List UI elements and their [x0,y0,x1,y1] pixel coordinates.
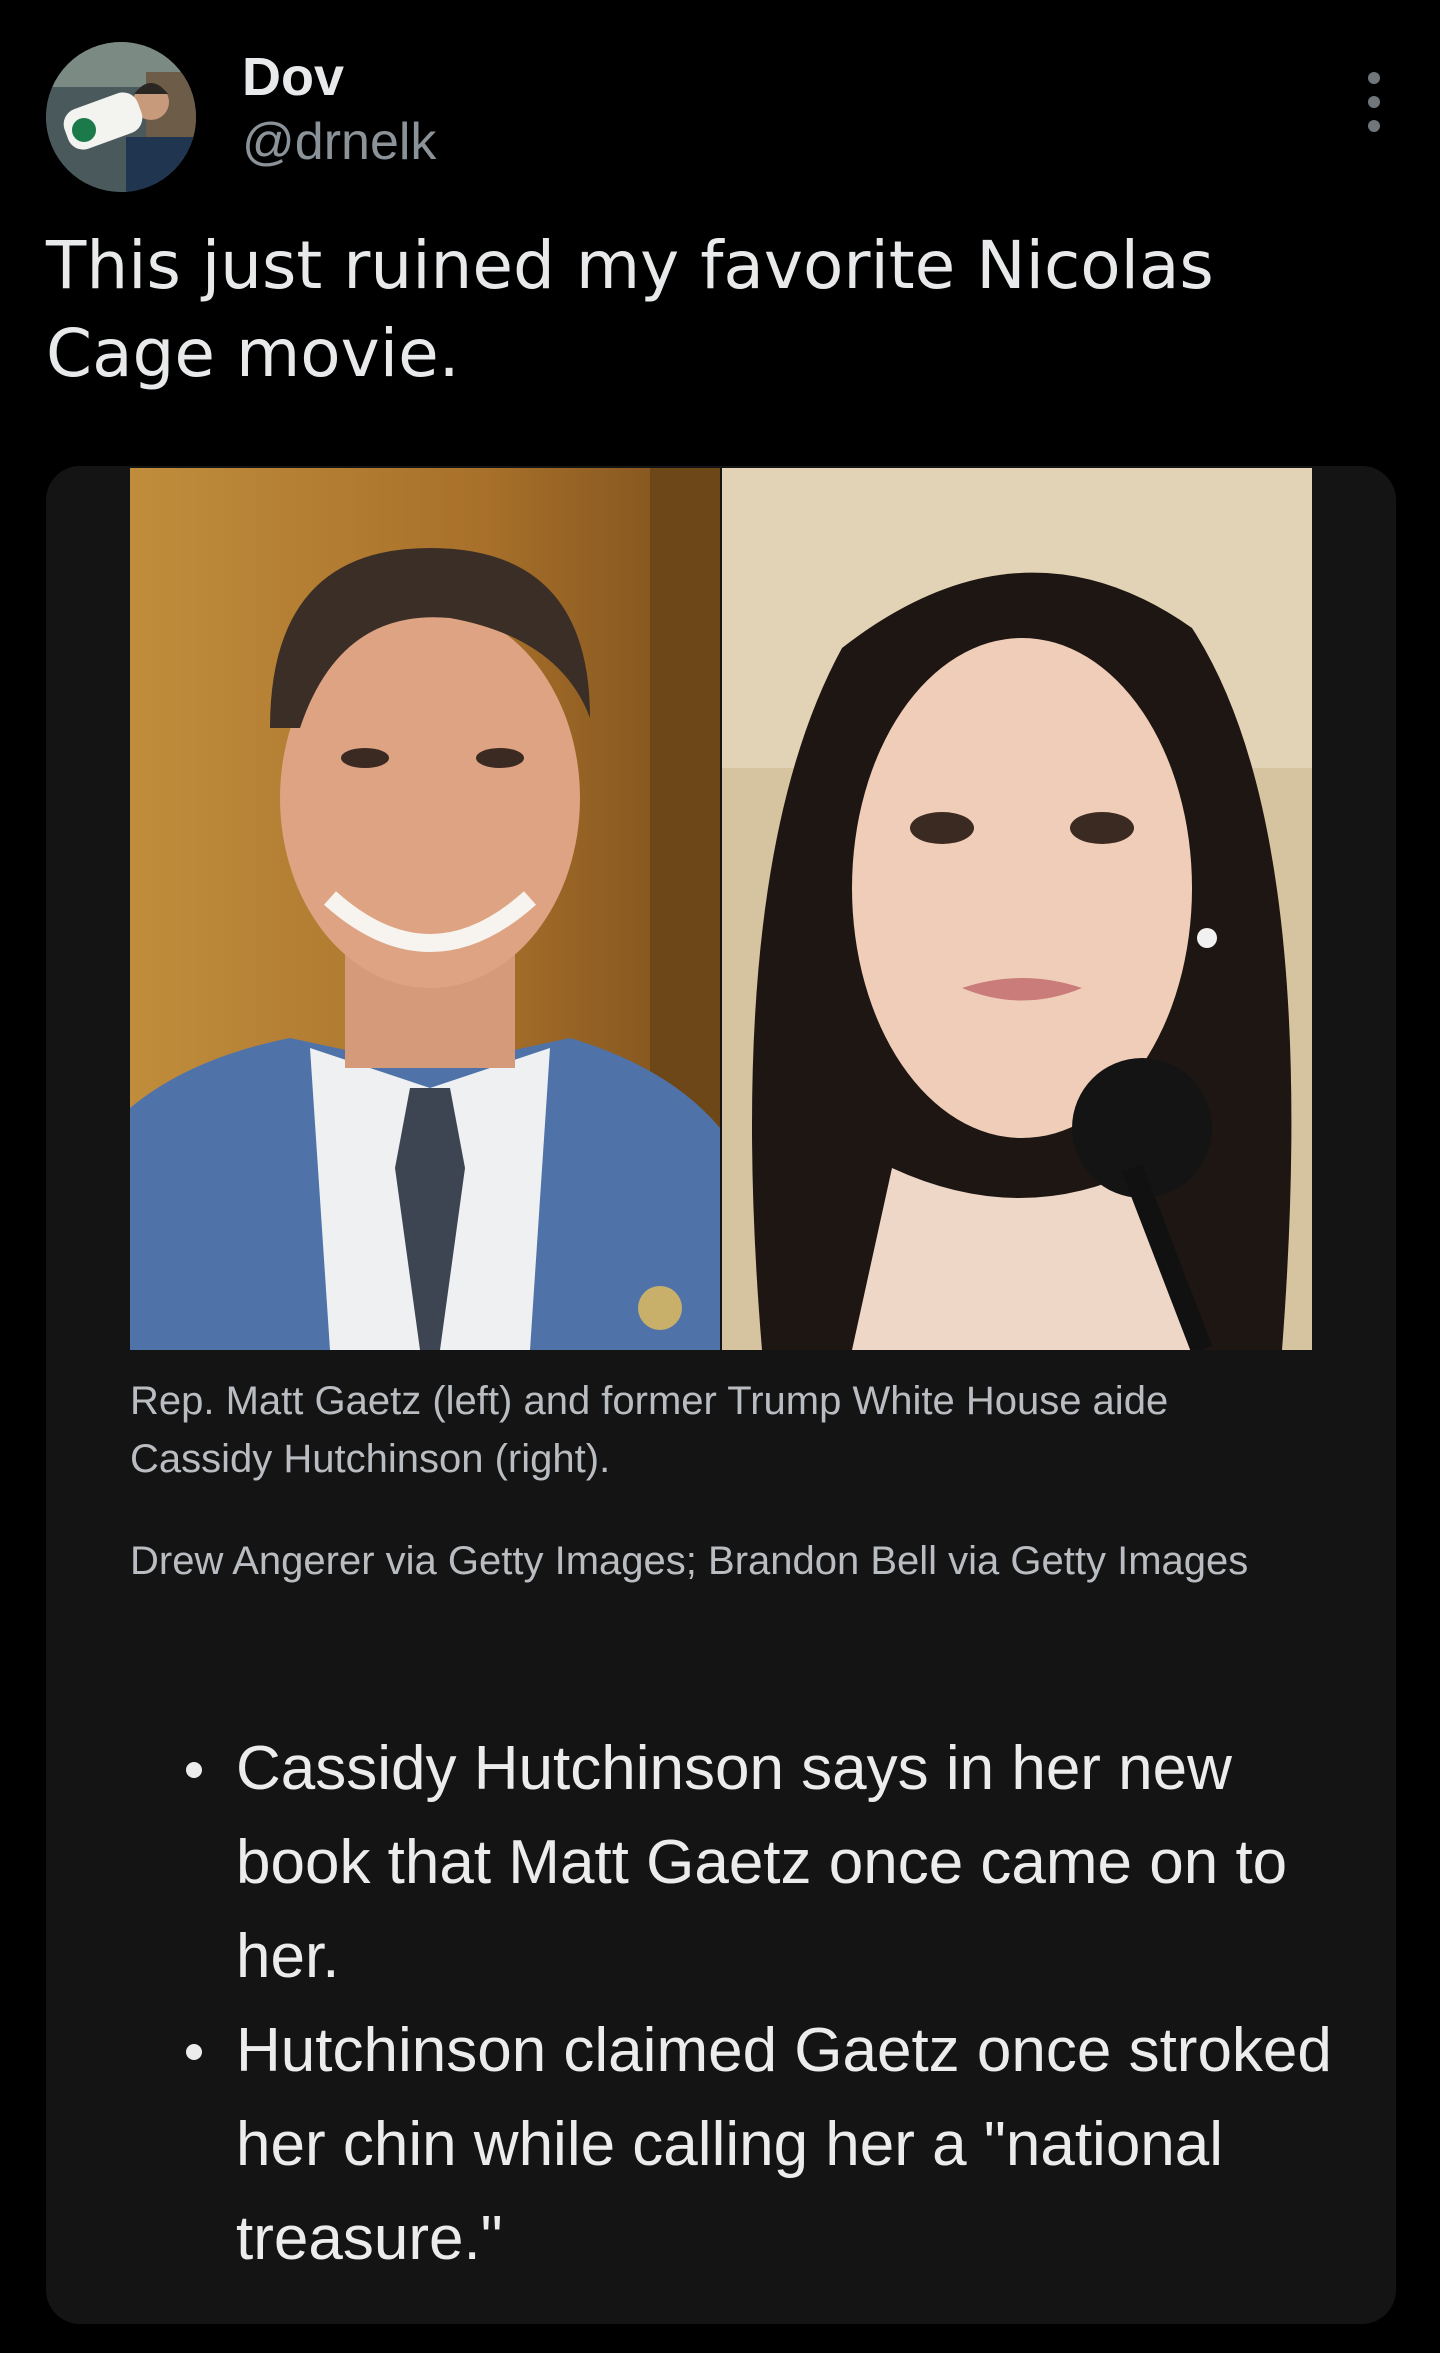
cut-off-text-line [282,2302,1342,2324]
tweet-text: This just ruined my favorite Nicolas Cag… [46,227,1214,392]
more-vertical-icon[interactable] [1354,72,1394,132]
photo-caption: Rep. Matt Gaetz (left) and former Trump … [130,1379,1169,1481]
photo-right [722,468,1312,1350]
article-card[interactable]: Rep. Matt Gaetz (left) and former Trump … [46,466,1396,2324]
summary-bullets: Cassidy Hutchinson says in her new book … [186,1722,1346,2286]
more-dot [1368,72,1380,84]
portrait-man-image [130,468,720,1350]
tweet-header: Dov @drnelk [46,42,1394,192]
avatar-image [46,42,196,192]
avatar[interactable] [46,42,196,192]
summary-bullet: Cassidy Hutchinson says in her new book … [186,1722,1346,2004]
bullet-dot-icon [186,2044,202,2060]
bullet-text: Cassidy Hutchinson says in her new book … [236,1734,1288,1991]
author-name[interactable]: Dov [242,46,344,108]
photo-left [130,468,720,1350]
summary-bullet: Hutchinson claimed Gaetz once stroked he… [186,2004,1346,2286]
more-dot [1368,96,1380,108]
author-handle[interactable]: @drnelk [242,112,436,172]
more-dot [1368,120,1380,132]
portrait-woman-image [722,468,1312,1350]
bullet-text: Hutchinson claimed Gaetz once stroked he… [236,2016,1332,2273]
photo-credit: Drew Angerer via Getty Images; Brandon B… [130,1539,1249,1583]
bullet-dot-icon [186,1762,202,1778]
